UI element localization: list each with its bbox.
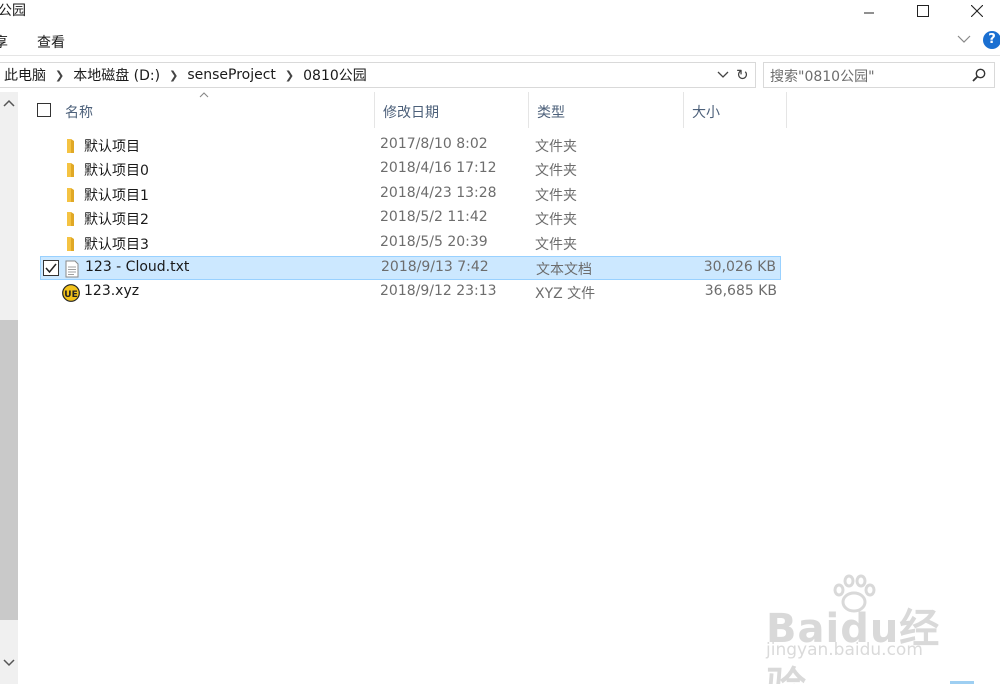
search-input[interactable]: 搜索"0810公园" [770,66,875,86]
folder-icon [67,139,74,153]
scroll-down-icon[interactable] [3,656,15,672]
folder-icon [67,163,74,177]
tab-share[interactable]: 享 [0,32,8,52]
scrollbar-thumb[interactable] [0,320,18,620]
watermark-url: jingyan.baidu.com [766,640,923,660]
file-name: 默认项目2 [84,212,149,228]
column-type-label: 类型 [537,105,565,121]
file-row[interactable]: 默认项目3 2018/5/5 20:39 文件夹 [40,232,781,256]
search-icon[interactable] [972,68,986,82]
title-bar: 公园 [0,0,1000,22]
breadcrumb-project[interactable]: senseProject [187,67,276,83]
file-size: 36,685 KB [704,283,777,299]
svg-text:UE: UE [64,290,77,300]
folder-icon [67,212,74,226]
ribbon: 享 查看 ? [0,26,1000,56]
file-row[interactable]: 默认项目 2017/8/10 8:02 文件夹 [40,134,781,158]
breadcrumb-folder[interactable]: 0810公园 [303,65,367,85]
minimize-button[interactable] [846,0,892,22]
column-size-label: 大小 [692,105,720,121]
file-name: 默认项目1 [84,188,149,204]
file-type: 文本文档 [536,262,592,278]
folder-icon [67,188,74,202]
text-file-icon [65,260,79,278]
column-header-modified[interactable]: 修改日期 [375,92,529,128]
column-name-label: 名称 [65,105,93,121]
file-size: 30,026 KB [703,259,776,275]
close-icon [971,5,983,17]
address-bar[interactable]: 此电脑 ❯ 本地磁盘 (D:) ❯ senseProject ❯ 0810公园 … [0,62,756,88]
column-header: 名称 修改日期 类型 大小 [22,92,787,128]
chevron-down-icon[interactable] [957,32,971,48]
file-modified: 2018/4/23 13:28 [380,185,497,201]
minimize-icon [864,12,874,14]
file-row-selected[interactable]: 123 - Cloud.txt 2018/9/13 7:42 文本文档 30,0… [40,256,781,280]
window-title: 公园 [0,3,26,19]
file-name: 默认项目 [84,139,140,155]
column-header-size[interactable]: 大小 [684,92,787,128]
file-row[interactable]: 默认项目1 2018/4/23 13:28 文件夹 [40,183,781,207]
breadcrumb-separator-icon: ❯ [55,68,65,82]
file-modified: 2018/5/2 11:42 [380,209,488,225]
file-type: 文件夹 [535,163,577,179]
tab-view[interactable]: 查看 [37,32,65,52]
folder-icon [67,237,74,251]
select-all-checkbox[interactable] [37,103,51,117]
breadcrumb-separator-icon: ❯ [169,68,179,82]
file-type: XYZ 文件 [535,286,596,302]
file-name: 默认项目3 [84,237,149,253]
help-icon[interactable]: ? [983,31,1000,49]
file-type: 文件夹 [535,212,577,228]
breadcrumb-drive[interactable]: 本地磁盘 (D:) [73,65,160,85]
nav-pane-scrollbar[interactable] [0,92,18,684]
file-type: 文件夹 [535,188,577,204]
file-name: 123.xyz [84,283,140,299]
file-modified: 2018/4/16 17:12 [380,160,497,176]
column-header-type[interactable]: 类型 [529,92,684,128]
file-row[interactable]: UE 123.xyz 2018/9/12 23:13 XYZ 文件 36,685… [40,281,781,305]
breadcrumb-separator-icon: ❯ [284,68,295,82]
column-header-name[interactable]: 名称 [57,92,375,128]
address-dropdown-icon[interactable] [717,67,729,85]
row-checkbox[interactable] [43,260,59,276]
file-modified: 2017/8/10 8:02 [380,136,488,152]
file-modified: 2018/9/12 23:13 [380,283,497,299]
refresh-icon[interactable]: ↻ [736,66,749,84]
file-name: 123 - Cloud.txt [85,259,190,275]
ultraedit-file-icon: UE [62,284,80,302]
file-modified: 2018/5/5 20:39 [380,234,488,250]
column-modified-label: 修改日期 [383,105,439,121]
scroll-up-icon[interactable] [3,96,15,112]
baidu-watermark: Baidu经验 jingyan.baidu.com [766,574,956,684]
search-box[interactable]: 搜索"0810公园" [763,62,995,88]
file-type: 文件夹 [535,237,577,253]
file-modified: 2018/9/13 7:42 [381,259,489,275]
breadcrumb-this-pc[interactable]: 此电脑 [4,65,46,85]
maximize-icon [917,5,929,17]
file-row[interactable]: 默认项目2 2018/5/2 11:42 文件夹 [40,207,781,231]
file-type: 文件夹 [535,139,577,155]
file-row[interactable]: 默认项目0 2018/4/16 17:12 文件夹 [40,158,781,182]
file-name: 默认项目0 [84,163,149,179]
maximize-button[interactable] [900,0,946,22]
close-button[interactable] [954,0,1000,22]
checkmark-icon [45,263,57,274]
